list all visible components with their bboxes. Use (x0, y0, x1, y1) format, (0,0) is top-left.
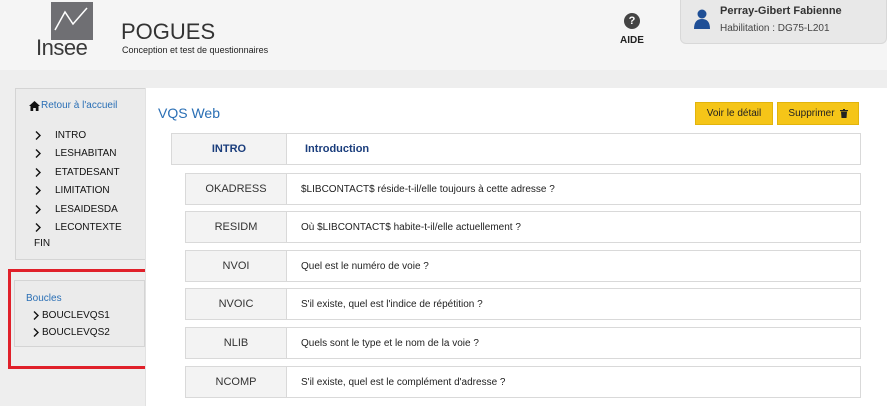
question-row[interactable]: RESIDM Où $LIBCONTACT$ habite-t-il/elle … (185, 211, 861, 243)
loops-title: Boucles (26, 293, 62, 304)
loops-panel: Boucles BOUCLEVQS1 BOUCLEVQS2 (14, 280, 145, 347)
question-code: OKADRESS (186, 174, 287, 204)
sequence-end-label[interactable]: FIN (34, 238, 50, 249)
chevron-right-icon (33, 328, 39, 337)
sequence-item-label: LIMITATION (55, 185, 110, 197)
help-label: AIDE (620, 35, 644, 46)
question-label: Où $LIBCONTACT$ habite-t-il/elle actuell… (301, 221, 521, 233)
loop-item-label: BOUCLEVQS2 (42, 327, 110, 338)
sequence-list: INTRO LESHABITAN ETATDESANT LIMITATION L… (35, 126, 122, 237)
user-name: Perray-Gibert Fabienne (720, 5, 842, 17)
loop-item[interactable]: BOUCLEVQS2 (33, 324, 110, 341)
sequence-nav-panel: Retour à l'accueil INTRO LESHABITAN ETAT… (15, 88, 146, 260)
sequence-code: INTRO (172, 134, 287, 164)
view-detail-button[interactable]: Voir le détail (695, 102, 773, 125)
chevron-right-icon (35, 167, 41, 177)
delete-button-label: Supprimer (788, 108, 835, 119)
question-label: Quels sont le type et le nom de la voie … (301, 337, 479, 349)
sequence-item[interactable]: LECONTEXTE (35, 219, 122, 238)
user-panel: Perray-Gibert Fabienne Habilitation : DG… (680, 0, 887, 44)
app-title: POGUES (121, 19, 216, 44)
sequence-label: Introduction (305, 143, 370, 155)
chevron-right-icon (35, 149, 41, 159)
delete-button[interactable]: Supprimer (777, 102, 859, 125)
insee-logo[interactable]: Insee (36, 2, 96, 60)
question-circle-icon: ? (624, 13, 640, 29)
question-row[interactable]: NVOIC S'il existe, quel est l'indice de … (185, 288, 861, 320)
loop-item-label: BOUCLEVQS1 (42, 310, 110, 321)
question-code: NVOIC (186, 289, 287, 319)
loop-item[interactable]: BOUCLEVQS1 (33, 307, 110, 324)
sequence-item-label: ETATDESANT (55, 166, 120, 178)
home-icon (29, 100, 40, 111)
app-subtitle: Conception et test de questionnaires (122, 45, 269, 55)
question-row[interactable]: NVOI Quel est le numéro de voie ? (185, 250, 861, 282)
questionnaire-main: VQS Web Voir le détail Supprimer INTRO I… (145, 88, 887, 406)
user-role: Habilitation : DG75-L201 (720, 23, 830, 34)
user-icon (694, 9, 710, 29)
question-label: S'il existe, quel est le complément d'ad… (301, 376, 506, 388)
help-button[interactable]: ? AIDE (616, 13, 648, 46)
question-code: NVOI (186, 251, 287, 281)
sequence-item-label: LECONTEXTE (55, 222, 122, 234)
chevron-right-icon (35, 204, 41, 214)
back-to-home-link[interactable]: Retour à l'accueil (29, 100, 117, 111)
question-label: Quel est le numéro de voie ? (301, 260, 429, 272)
chevron-right-icon (35, 223, 41, 233)
loops-list: BOUCLEVQS1 BOUCLEVQS2 (33, 307, 110, 341)
insee-logo-text: Insee (36, 35, 88, 60)
question-code: NLIB (186, 328, 287, 358)
sequence-item[interactable]: INTRO (35, 126, 122, 145)
question-label: S'il existe, quel est l'indice de répéti… (301, 298, 483, 310)
back-link-label: Retour à l'accueil (41, 100, 118, 111)
sequence-item-label: LESHABITAN (55, 148, 117, 160)
question-row[interactable]: NLIB Quels sont le type et le nom de la … (185, 327, 861, 359)
question-row[interactable]: OKADRESS $LIBCONTACT$ réside-t-il/elle t… (185, 173, 861, 205)
sequence-item[interactable]: LESHABITAN (35, 145, 122, 164)
questionnaire-title: VQS Web (158, 105, 220, 121)
app-header: Insee POGUES Conception et test de quest… (0, 0, 887, 70)
sequence-item[interactable]: LESAIDESDA (35, 200, 122, 219)
sequence-row[interactable]: INTRO Introduction (171, 133, 861, 165)
sequence-item[interactable]: ETATDESANT (35, 163, 122, 182)
question-row[interactable]: NCOMP S'il existe, quel est le complémen… (185, 366, 861, 398)
question-label: $LIBCONTACT$ réside-t-il/elle toujours à… (301, 183, 555, 195)
chevron-right-icon (33, 311, 39, 320)
question-code: RESIDM (186, 212, 287, 242)
sequence-item-label: LESAIDESDA (55, 203, 118, 215)
question-code: NCOMP (186, 367, 287, 397)
trash-icon (839, 109, 848, 118)
sequence-item-label: INTRO (55, 129, 87, 141)
chevron-right-icon (35, 130, 41, 140)
chevron-right-icon (35, 186, 41, 196)
sequence-item[interactable]: LIMITATION (35, 182, 122, 201)
